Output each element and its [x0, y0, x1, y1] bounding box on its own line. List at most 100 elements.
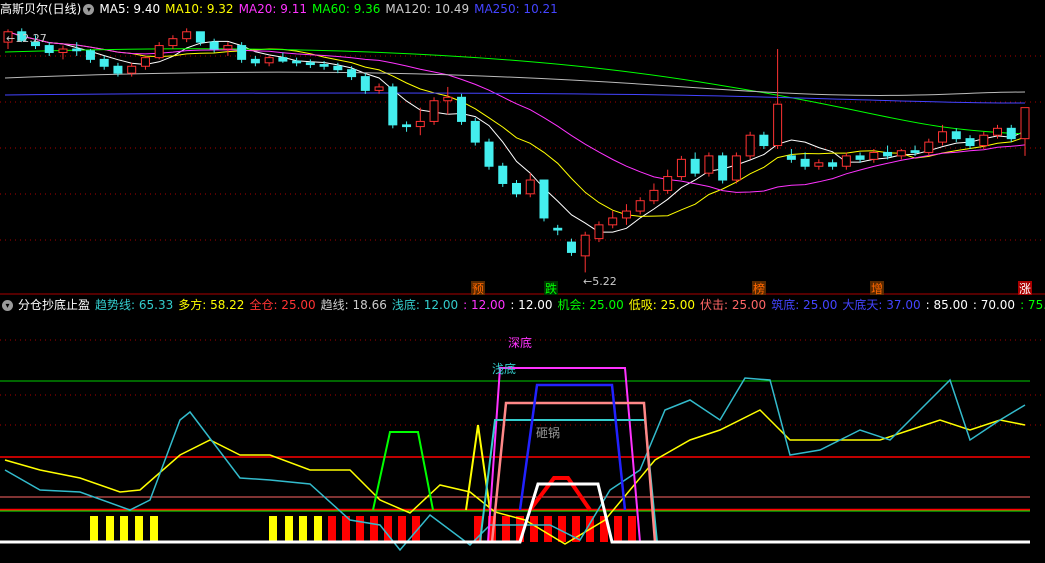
candle[interactable]: [1020, 107, 1030, 140]
histogram-bar: [90, 516, 98, 542]
histogram-bar: [628, 516, 636, 542]
candle[interactable]: [264, 57, 274, 64]
signal-text: 预: [472, 282, 484, 296]
candle[interactable]: [498, 165, 508, 184]
candle[interactable]: [333, 65, 343, 71]
candle[interactable]: [773, 103, 783, 147]
candle[interactable]: [566, 241, 576, 253]
histogram-bar: [285, 516, 293, 542]
candle[interactable]: [512, 182, 521, 195]
histogram-bar: [135, 516, 143, 542]
candle[interactable]: [869, 151, 879, 160]
candle[interactable]: [553, 227, 563, 231]
candle[interactable]: [676, 158, 686, 178]
candle[interactable]: [759, 134, 769, 147]
shallow-bottom-label: 浅底: [492, 361, 516, 376]
candle[interactable]: [278, 57, 288, 62]
candle[interactable]: [140, 57, 150, 67]
candle[interactable]: [470, 120, 480, 143]
histogram-bar: [120, 516, 128, 542]
candle[interactable]: [127, 65, 137, 74]
candle[interactable]: [44, 45, 54, 53]
candle[interactable]: [621, 210, 631, 219]
signal-text: 榜: [753, 281, 765, 296]
deep-bottom-label: 深底: [508, 335, 532, 350]
candle[interactable]: [237, 45, 247, 60]
histogram-bar: [314, 516, 322, 542]
candle[interactable]: [347, 69, 357, 78]
candle[interactable]: [292, 60, 302, 64]
candle[interactable]: [168, 38, 178, 47]
candle[interactable]: [896, 150, 906, 157]
histogram-bar: [106, 516, 114, 542]
candle[interactable]: [883, 151, 893, 157]
candle[interactable]: [250, 58, 260, 64]
candle[interactable]: [360, 76, 370, 91]
candle[interactable]: [1006, 127, 1016, 140]
candle[interactable]: [786, 155, 796, 160]
candle[interactable]: [457, 96, 467, 122]
candle[interactable]: [855, 155, 865, 160]
chart-canvas[interactable]: 预 跌 榜 增 涨 ←12.27 ←5.22 深底 浅底 砸锅: [0, 0, 1045, 563]
candle[interactable]: [731, 155, 741, 181]
candle[interactable]: [993, 127, 1003, 136]
candle[interactable]: [828, 162, 838, 167]
candle[interactable]: [951, 131, 961, 140]
ma120-line: [4, 71, 1026, 96]
candle[interactable]: [85, 50, 95, 60]
candle[interactable]: [484, 141, 494, 167]
candle[interactable]: [388, 86, 398, 126]
candle[interactable]: [663, 176, 673, 191]
candle[interactable]: [608, 217, 618, 226]
candle[interactable]: [745, 134, 755, 157]
histogram-bar: [370, 516, 378, 542]
candle[interactable]: [938, 131, 948, 143]
candle[interactable]: [305, 62, 315, 66]
candle[interactable]: [429, 100, 439, 122]
candle[interactable]: [402, 124, 412, 128]
candle[interactable]: [841, 155, 851, 167]
high-price-label: ←12.27: [6, 32, 47, 45]
candle[interactable]: [195, 31, 205, 43]
histogram-bar: [614, 516, 622, 542]
candle[interactable]: [415, 120, 425, 128]
candle[interactable]: [635, 200, 645, 212]
histogram-bar: [150, 516, 158, 542]
candle[interactable]: [965, 138, 975, 147]
candle[interactable]: [113, 65, 123, 74]
candle[interactable]: [99, 58, 109, 67]
candle[interactable]: [704, 155, 714, 174]
chance-signal: [372, 431, 434, 511]
candle[interactable]: [58, 48, 68, 53]
candle[interactable]: [223, 45, 233, 50]
candle[interactable]: [594, 224, 604, 240]
candle[interactable]: [72, 48, 82, 52]
signal-text: 涨: [1019, 281, 1031, 296]
candle[interactable]: [580, 234, 590, 257]
histogram-bar: [544, 516, 552, 542]
candle[interactable]: [800, 158, 810, 167]
signal-text: 跌: [545, 281, 557, 296]
histogram-bar: [269, 516, 277, 542]
candle[interactable]: [814, 162, 824, 167]
candle[interactable]: [979, 134, 989, 147]
candle[interactable]: [374, 86, 384, 91]
candle[interactable]: [718, 155, 728, 181]
low-price-label: ←5.22: [583, 275, 617, 288]
candle[interactable]: [924, 141, 934, 153]
candle[interactable]: [319, 64, 329, 67]
candle[interactable]: [539, 179, 549, 219]
candle[interactable]: [182, 31, 192, 40]
signal-text: 增: [871, 282, 883, 296]
histogram-bar: [530, 516, 538, 542]
candle[interactable]: [690, 158, 700, 174]
candle[interactable]: [209, 41, 219, 50]
grid: [0, 55, 1045, 426]
candle[interactable]: [910, 150, 920, 153]
histogram-bar: [328, 516, 336, 542]
candle[interactable]: [154, 45, 164, 59]
candle[interactable]: [649, 189, 659, 202]
candle[interactable]: [443, 96, 453, 102]
histogram-bar: [398, 516, 406, 542]
candle[interactable]: [525, 179, 535, 195]
